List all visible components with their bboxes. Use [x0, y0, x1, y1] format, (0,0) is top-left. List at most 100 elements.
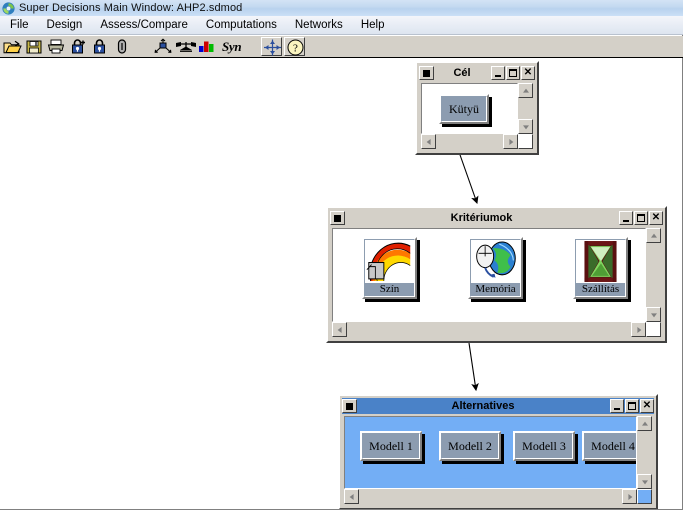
open-folder-icon[interactable]: [2, 37, 22, 56]
alternatives-nodes: Modell 1 Modell 2 Modell 3 Modell 4: [345, 417, 636, 488]
node-modell-3-inner: Modell 3: [515, 433, 573, 459]
node-szin-label: Szín: [379, 283, 400, 295]
goal-client-area[interactable]: Kütyü: [421, 83, 518, 134]
main-window: Super Decisions Main Window: AHP2.sdmod …: [0, 0, 683, 510]
criteria-horizontal-scrollbar[interactable]: [332, 322, 646, 337]
criteria-client-area[interactable]: Szín Memória Szállítás: [332, 228, 646, 322]
criteria-scroll-left-button[interactable]: [332, 322, 347, 337]
menu-computations[interactable]: Computations: [198, 18, 285, 32]
rainbow-paint-icon: [365, 240, 414, 283]
goal-window-body: Kütyü: [421, 83, 533, 149]
alternatives-horizontal-scrollbar[interactable]: [344, 489, 637, 504]
goal-nodes: Kütyü: [422, 84, 517, 133]
criteria-resize-grip[interactable]: [646, 322, 661, 337]
criteria-window[interactable]: Kritériumok ✕ Szín Memória Szállítás: [326, 206, 667, 343]
criteria-maximize-button[interactable]: [634, 211, 648, 225]
paperclip-icon[interactable]: [112, 37, 132, 56]
alternatives-window-body: Modell 1 Modell 2 Modell 3 Modell 4: [344, 416, 652, 504]
printer-icon[interactable]: [46, 37, 66, 56]
alternatives-client-area[interactable]: Modell 1 Modell 2 Modell 3 Modell 4: [344, 416, 637, 489]
goal-resize-grip[interactable]: [518, 134, 533, 149]
lock-icon[interactable]: [90, 37, 110, 56]
hourglass-icon: [576, 240, 625, 283]
node-modell-4-inner: Modell 4: [584, 433, 636, 459]
crosshair-icon[interactable]: [261, 37, 283, 56]
goal-maximize-button[interactable]: [506, 66, 520, 80]
criteria-close-button[interactable]: ✕: [649, 211, 663, 225]
node-szallitas[interactable]: Szállítás: [573, 237, 628, 299]
lock-plus-icon[interactable]: [68, 37, 88, 56]
node-kutyu-label: Kütyü: [449, 102, 479, 116]
goal-vertical-scrollbar[interactable]: [518, 83, 533, 134]
criteria-scroll-right-button[interactable]: [631, 322, 646, 337]
node-modell-4[interactable]: Modell 4: [582, 431, 636, 461]
alternatives-scroll-down-button[interactable]: [637, 474, 652, 489]
goal-horizontal-scrollbar[interactable]: [421, 134, 518, 149]
criteria-vertical-scrollbar[interactable]: [646, 228, 661, 322]
syn-label[interactable]: Syn: [222, 39, 242, 55]
criteria-scroll-up-button[interactable]: [646, 228, 661, 243]
goal-close-button[interactable]: ✕: [521, 66, 535, 80]
alternatives-system-menu-icon[interactable]: [342, 399, 357, 413]
node-modell-3[interactable]: Modell 3: [513, 431, 575, 461]
node-modell-1-label: Modell 1: [369, 439, 413, 453]
goal-system-menu-icon[interactable]: [419, 66, 434, 80]
application-titlebar: Super Decisions Main Window: AHP2.sdmod: [0, 0, 683, 16]
node-szin[interactable]: Szín: [362, 237, 417, 299]
alternatives-maximize-button[interactable]: [625, 399, 639, 413]
node-modell-2[interactable]: Modell 2: [439, 431, 501, 461]
alternatives-resize-grip[interactable]: [637, 489, 652, 504]
save-disk-icon[interactable]: [24, 37, 44, 56]
question-help-icon[interactable]: ?: [284, 37, 306, 56]
node-cluster-icon[interactable]: [152, 37, 172, 56]
goal-scroll-up-button[interactable]: [518, 83, 533, 98]
node-memoria-label: Memória: [475, 283, 516, 295]
alternatives-window-title: Alternatives: [451, 400, 515, 412]
balance-scale-icon[interactable]: [174, 37, 196, 56]
node-memoria-inner: Memória: [470, 239, 521, 297]
alternatives-window-titlebar[interactable]: Alternatives ✕: [342, 398, 654, 414]
goal-window[interactable]: Cél ✕ Kütyü: [415, 61, 539, 155]
menu-help[interactable]: Help: [353, 18, 393, 32]
menu-assess-compare[interactable]: Assess/Compare: [92, 18, 196, 32]
bar-chart-icon[interactable]: [196, 37, 216, 56]
alternatives-scroll-right-button[interactable]: [622, 489, 637, 504]
criteria-vscroll-track[interactable]: [646, 243, 661, 307]
node-modell-3-label: Modell 3: [522, 439, 566, 453]
alternatives-minimize-button[interactable]: [610, 399, 624, 413]
node-modell-1[interactable]: Modell 1: [360, 431, 422, 461]
arrow-goal-to-criteria: [458, 151, 479, 205]
criteria-window-title: Kritériumok: [450, 212, 513, 224]
alternatives-scroll-up-button[interactable]: [637, 416, 652, 431]
svg-text:?: ?: [293, 43, 298, 55]
goal-scroll-right-button[interactable]: [503, 134, 518, 149]
goal-window-buttons: ✕: [490, 66, 535, 80]
menu-design[interactable]: Design: [39, 18, 91, 32]
criteria-minimize-button[interactable]: [619, 211, 633, 225]
node-memoria[interactable]: Memória: [468, 237, 523, 299]
alternatives-close-button[interactable]: ✕: [640, 399, 654, 413]
alternatives-scroll-left-button[interactable]: [344, 489, 359, 504]
criteria-system-menu-icon[interactable]: [330, 211, 345, 225]
node-kutyu-inner: Kütyü: [441, 96, 487, 122]
globe-mouse-icon: [471, 240, 520, 283]
menu-file[interactable]: File: [2, 18, 37, 32]
refresh-circle-logo-icon: [2, 1, 15, 15]
goal-window-titlebar[interactable]: Cél ✕: [419, 65, 535, 81]
menu-networks[interactable]: Networks: [287, 18, 351, 32]
criteria-window-titlebar[interactable]: Kritériumok ✕: [330, 210, 663, 226]
goal-minimize-button[interactable]: [491, 66, 505, 80]
node-modell-2-inner: Modell 2: [441, 433, 499, 459]
node-modell-2-label: Modell 2: [448, 439, 492, 453]
goal-scroll-left-button[interactable]: [421, 134, 436, 149]
node-modell-4-label: Modell 4: [591, 439, 635, 453]
alternatives-vscroll-track[interactable]: [637, 431, 652, 474]
goal-scroll-down-button[interactable]: [518, 119, 533, 134]
goal-vscroll-track[interactable]: [518, 98, 533, 119]
alternatives-window[interactable]: Alternatives ✕ Modell 1 Modell 2 Modell …: [338, 394, 658, 509]
network-canvas[interactable]: Cél ✕ Kütyü Kritériumok ✕ Szín Memória S…: [0, 58, 682, 509]
node-kutyu[interactable]: Kütyü: [439, 94, 489, 124]
criteria-scroll-down-button[interactable]: [646, 307, 661, 322]
alternatives-vertical-scrollbar[interactable]: [637, 416, 652, 489]
arrow-criteria-to-alternatives: [468, 342, 479, 392]
